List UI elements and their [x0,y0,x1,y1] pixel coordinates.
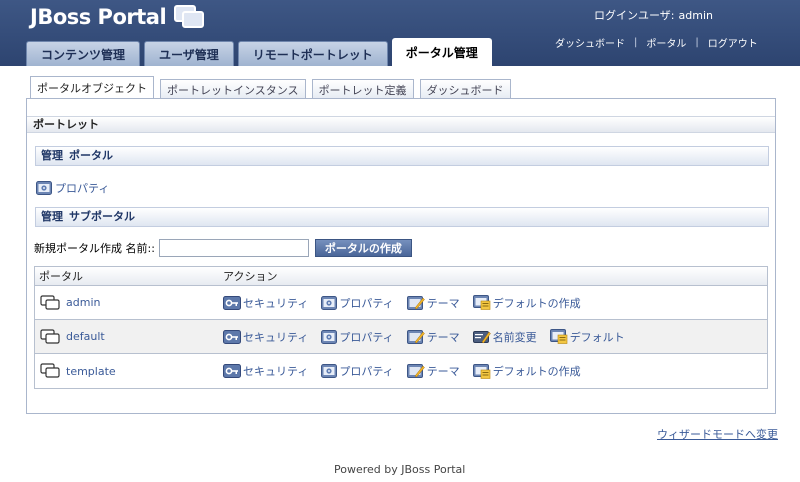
theme-action[interactable]: テーマ [406,329,460,345]
theme-icon [406,295,425,310]
table-row: default セキュリティ プロパティ テーマ 名前変更 デフォルト [35,320,767,354]
action-label: セキュリティ [243,296,309,310]
theme-icon [406,364,425,378]
portal-windows-icon [40,294,61,311]
portal-name: template [66,364,116,378]
portal-link[interactable]: ポータル [646,35,686,50]
top-links: ダッシュボード | ポータル | ログアウト [555,35,758,50]
portal-cell[interactable]: default [35,328,223,345]
action-label: テーマ [426,330,460,344]
top-header: JBoss Portal ログインユーザ: admin ダッシュボード | ポータ… [0,0,800,66]
table-row: admin セキュリティ プロパティ テーマ デフォルトの作成 [35,286,767,320]
make-default-action[interactable]: デフォルトの作成 [472,295,581,311]
action-label: デフォルトの作成 [492,296,581,310]
portal-name: default [66,330,105,343]
tab-remote-portlets[interactable]: リモートポートレット [237,41,388,66]
security-key-icon [223,364,241,378]
logo-text: JBoss Portal [30,5,167,29]
make-default-action[interactable]: デフォルトの作成 [472,363,581,379]
rename-icon [472,330,491,344]
properties-link-text: プロパティ [55,182,110,195]
login-user-info: ログインユーザ: admin [594,7,717,23]
main-tabs: コンテンツ管理 ユーザ管理 リモートポートレット ポータル管理 [26,38,496,66]
action-label: プロパティ [339,330,394,344]
section-portal-header: 管理 ポータル [35,146,769,166]
subtab-portlet-definitions[interactable]: ポートレット定義 [311,79,414,99]
action-label: プロパティ [339,365,394,378]
login-user-label: ログインユーザ: [594,9,675,22]
portal-properties-link[interactable]: プロパティ [36,180,109,196]
portal-actions: セキュリティ プロパティ テーマ 名前変更 デフォルト [223,329,638,345]
table-row: template セキュリティ プロパティ テーマ デフォルトの作成 [35,354,767,388]
action-label: デフォルトの作成 [492,365,581,378]
tab-portal-management[interactable]: ポータル管理 [391,38,492,66]
tab-content-management[interactable]: コンテンツ管理 [26,41,141,66]
default-icon [549,329,568,344]
table-header: ポータル アクション [35,267,767,286]
security-action[interactable]: セキュリティ [223,363,308,379]
section-subportal-header: 管理 サブポータル [35,207,769,227]
action-label: テーマ [426,296,460,310]
portal-windows-icon [40,363,61,379]
switch-to-wizard-mode-link[interactable]: ウィザードモードへ変更 [657,426,778,442]
subtab-portal-objects[interactable]: ポータルオブジェクト [30,76,154,99]
theme-action[interactable]: テーマ [406,363,460,379]
portal-name: admin [66,296,101,309]
section-portal-label2: ポータル [69,149,113,162]
header-portal: ポータル [39,270,83,283]
properties-icon [321,329,338,344]
action-label: セキュリティ [243,330,309,344]
properties-action[interactable]: プロパティ [321,363,394,379]
theme-icon [406,329,425,344]
security-key-icon [223,329,241,344]
make-default-icon [472,363,491,379]
subtab-dashboards[interactable]: ダッシュボード [419,79,511,99]
footer-powered-by: Powered by JBoss Portal [334,463,466,476]
login-user-name: admin [678,9,713,22]
security-key-icon [223,295,241,310]
new-portal-name-input[interactable] [158,239,309,257]
action-label: セキュリティ [243,365,309,378]
link-separator: | [695,37,699,48]
logo-windows-icon [174,5,206,29]
portal-windows-icon [40,328,61,345]
rename-action[interactable]: 名前変更 [472,329,537,345]
link-separator: | [634,37,638,48]
portal-cell[interactable]: template [35,363,223,379]
make-default-icon [472,295,491,310]
tab-user-management[interactable]: ユーザ管理 [144,41,234,66]
security-action[interactable]: セキュリティ [223,329,308,345]
section-subportal-label2: サブポータル [69,210,135,223]
create-portal-button[interactable]: ポータルの作成 [314,239,412,257]
action-label: テーマ [426,365,460,378]
portal-cell[interactable]: admin [35,294,223,311]
security-action[interactable]: セキュリティ [223,295,308,311]
properties-icon [321,295,338,310]
sub-tabs: ポータルオブジェクト ポートレットインスタンス ポートレット定義 ダッシュボード [30,76,517,99]
logout-link[interactable]: ログアウト [708,35,758,50]
action-label: プロパティ [339,296,394,310]
subtab-portlet-instances[interactable]: ポートレットインスタンス [160,79,306,99]
portlet-title: ポートレット [27,116,775,133]
properties-action[interactable]: プロパティ [321,329,394,345]
portals-table: ポータル アクション admin セキュリティ プロパティ テーマ デフォルトの… [34,266,768,389]
action-label: 名前変更 [492,330,537,344]
portal-objects-panel: ポートレット 管理 ポータル プロパティ 管理 サブポータル 新規ポータル作成 名前… [26,98,776,414]
theme-action[interactable]: テーマ [406,295,460,311]
default-action[interactable]: デフォルト [549,329,625,345]
create-portal-row: 新規ポータル作成 名前:: ポータルの作成 [34,239,412,257]
portal-actions: セキュリティ プロパティ テーマ デフォルトの作成 [223,363,594,379]
properties-icon [321,364,338,378]
dashboard-link[interactable]: ダッシュボード [555,35,625,50]
new-portal-name-label: 新規ポータル作成 名前:: [34,242,155,255]
section-subportal-label1: 管理 [41,210,63,223]
jboss-portal-logo: JBoss Portal [30,5,206,29]
header-actions: アクション [223,270,278,283]
portal-actions: セキュリティ プロパティ テーマ デフォルトの作成 [223,295,594,311]
properties-icon [36,181,52,195]
action-label: デフォルト [569,330,625,344]
properties-action[interactable]: プロパティ [321,295,394,311]
section-portal-label1: 管理 [41,149,63,162]
